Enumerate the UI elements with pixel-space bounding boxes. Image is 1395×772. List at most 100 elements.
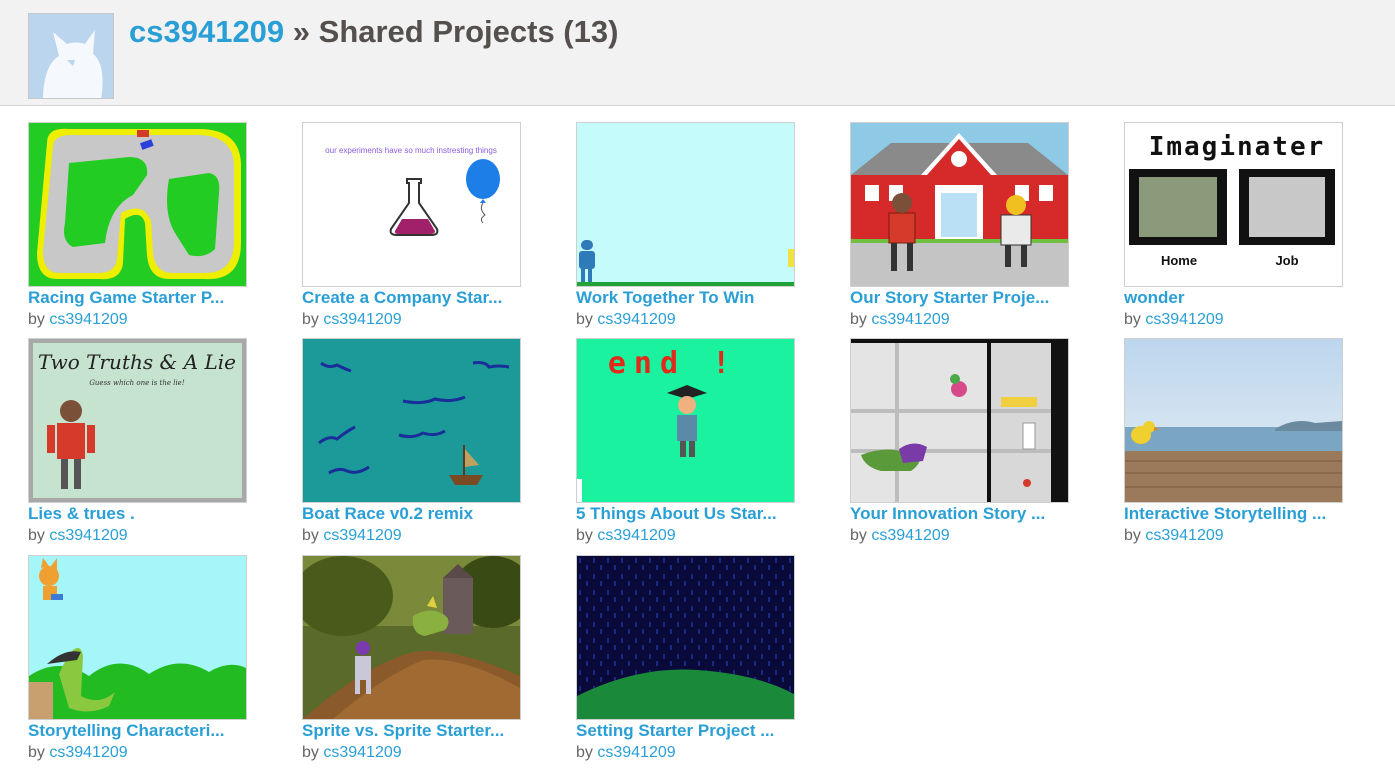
project-title[interactable]: Boat Race v0.2 remix — [302, 504, 522, 524]
section-title: Shared Projects (13) — [318, 14, 619, 49]
project-byline: by cs3941209 — [850, 310, 950, 330]
project-card[interactable]: our experiments have so much instresting… — [302, 122, 522, 328]
by-label: by — [1124, 311, 1141, 328]
thumb-subheading: Guess which one is the lie! — [89, 379, 185, 387]
author-link[interactable]: cs3941209 — [597, 311, 675, 328]
author-link[interactable]: cs3941209 — [323, 527, 401, 544]
forest-thumbnail — [303, 556, 520, 719]
cyan-stage-thumbnail — [577, 123, 794, 286]
author-link[interactable]: cs3941209 — [323, 744, 401, 761]
project-card[interactable]: end ! 5 Things About Us Star... by cs394… — [576, 338, 796, 544]
project-thumbnail[interactable] — [302, 555, 521, 720]
author-link[interactable]: cs3941209 — [597, 744, 675, 761]
author-link[interactable]: cs3941209 — [871, 527, 949, 544]
end-screen-thumbnail: end ! — [577, 339, 794, 502]
page-header: cs3941209 » Shared Projects (13) — [0, 0, 1395, 106]
project-title[interactable]: Create a Company Star... — [302, 288, 522, 308]
project-byline: by cs3941209 — [576, 743, 676, 763]
project-byline: by cs3941209 — [302, 526, 402, 546]
project-thumbnail[interactable] — [850, 338, 1069, 503]
project-thumbnail[interactable]: end ! — [576, 338, 795, 503]
thumb-heading: Imaginater — [1149, 132, 1326, 162]
project-title[interactable]: Sprite vs. Sprite Starter... — [302, 721, 522, 741]
project-title[interactable]: Racing Game Starter P... — [28, 288, 248, 308]
author-link[interactable]: cs3941209 — [49, 311, 127, 328]
project-title[interactable]: Storytelling Characteri... — [28, 721, 248, 741]
rain-night-thumbnail — [577, 556, 794, 719]
project-byline: by cs3941209 — [576, 526, 676, 546]
project-thumbnail[interactable]: our experiments have so much instresting… — [302, 122, 521, 287]
author-link[interactable]: cs3941209 — [323, 311, 401, 328]
project-byline: by cs3941209 — [302, 743, 402, 763]
page-title: cs3941209 » Shared Projects (13) — [129, 14, 618, 50]
two-truths-thumbnail: Two Truths & A Lie Guess which one is th… — [29, 339, 246, 502]
project-thumbnail[interactable]: Two Truths & A Lie Guess which one is th… — [28, 338, 247, 503]
project-title[interactable]: Work Together To Win — [576, 288, 796, 308]
user-avatar[interactable] — [28, 13, 114, 99]
by-label: by — [576, 744, 593, 761]
imaginater-thumbnail: Imaginater Home Job — [1125, 123, 1342, 286]
project-card[interactable]: Boat Race v0.2 remix by cs3941209 — [302, 338, 522, 544]
project-card[interactable]: Two Truths & A Lie Guess which one is th… — [28, 338, 248, 544]
by-label: by — [302, 311, 319, 328]
by-label: by — [1124, 527, 1141, 544]
project-card[interactable]: Setting Starter Project ... by cs3941209 — [576, 555, 796, 761]
by-label: by — [28, 744, 45, 761]
fridge-thumbnail — [851, 339, 1068, 502]
project-card[interactable]: Imaginater Home Job wonder by cs3941209 — [1124, 122, 1344, 328]
project-card[interactable]: Storytelling Characteri... by cs3941209 — [28, 555, 248, 761]
project-card[interactable]: Interactive Storytelling ... by cs394120… — [1124, 338, 1344, 544]
project-thumbnail[interactable] — [302, 338, 521, 503]
thumb-heading: Two Truths & A Lie — [38, 350, 236, 374]
author-link[interactable]: cs3941209 — [597, 527, 675, 544]
project-card[interactable]: Racing Game Starter P... by cs3941209 — [28, 122, 248, 328]
project-byline: by cs3941209 — [1124, 526, 1224, 546]
racetrack-thumbnail — [29, 123, 246, 286]
boat-race-thumbnail — [303, 339, 520, 502]
thumb-heading: end ! — [608, 346, 738, 381]
author-link[interactable]: cs3941209 — [871, 311, 949, 328]
project-title[interactable]: Interactive Storytelling ... — [1124, 504, 1344, 524]
project-title[interactable]: Our Story Starter Proje... — [850, 288, 1070, 308]
project-card[interactable]: Our Story Starter Proje... by cs3941209 — [850, 122, 1070, 328]
cat-dino-thumbnail — [29, 556, 246, 719]
by-label: by — [576, 527, 593, 544]
project-byline: by cs3941209 — [576, 310, 676, 330]
project-thumbnail[interactable] — [28, 122, 247, 287]
author-link[interactable]: cs3941209 — [1145, 311, 1223, 328]
by-label: by — [302, 744, 319, 761]
project-thumbnail[interactable] — [576, 122, 795, 287]
by-label: by — [850, 527, 867, 544]
project-title[interactable]: Setting Starter Project ... — [576, 721, 796, 741]
project-thumbnail[interactable] — [850, 122, 1069, 287]
project-title[interactable]: Lies & trues . — [28, 504, 248, 524]
project-byline: by cs3941209 — [28, 310, 128, 330]
schoolhouse-thumbnail — [851, 123, 1068, 286]
project-title[interactable]: 5 Things About Us Star... — [576, 504, 796, 524]
project-card[interactable]: Work Together To Win by cs3941209 — [576, 122, 796, 328]
beach-thumbnail — [1125, 339, 1342, 502]
by-label: by — [28, 527, 45, 544]
project-byline: by cs3941209 — [28, 526, 128, 546]
by-label: by — [850, 311, 867, 328]
project-byline: by cs3941209 — [28, 743, 128, 763]
by-label: by — [302, 527, 319, 544]
thumb-label-job: Job — [1275, 253, 1298, 268]
cat-silhouette-icon — [29, 14, 113, 98]
thumb-label-home: Home — [1161, 253, 1197, 268]
project-thumbnail[interactable]: Imaginater Home Job — [1124, 122, 1343, 287]
project-thumbnail[interactable] — [576, 555, 795, 720]
username-link[interactable]: cs3941209 — [129, 14, 284, 49]
author-link[interactable]: cs3941209 — [49, 744, 127, 761]
project-thumbnail[interactable] — [1124, 338, 1343, 503]
project-card[interactable]: Sprite vs. Sprite Starter... by cs394120… — [302, 555, 522, 761]
project-title[interactable]: wonder — [1124, 288, 1344, 308]
author-link[interactable]: cs3941209 — [1145, 527, 1223, 544]
project-title[interactable]: Your Innovation Story ... — [850, 504, 1070, 524]
project-thumbnail[interactable] — [28, 555, 247, 720]
author-link[interactable]: cs3941209 — [49, 527, 127, 544]
project-byline: by cs3941209 — [302, 310, 402, 330]
thumb-caption: our experiments have so much instresting… — [325, 146, 497, 155]
experiment-thumbnail: our experiments have so much instresting… — [303, 123, 520, 286]
project-card[interactable]: Your Innovation Story ... by cs3941209 — [850, 338, 1070, 544]
